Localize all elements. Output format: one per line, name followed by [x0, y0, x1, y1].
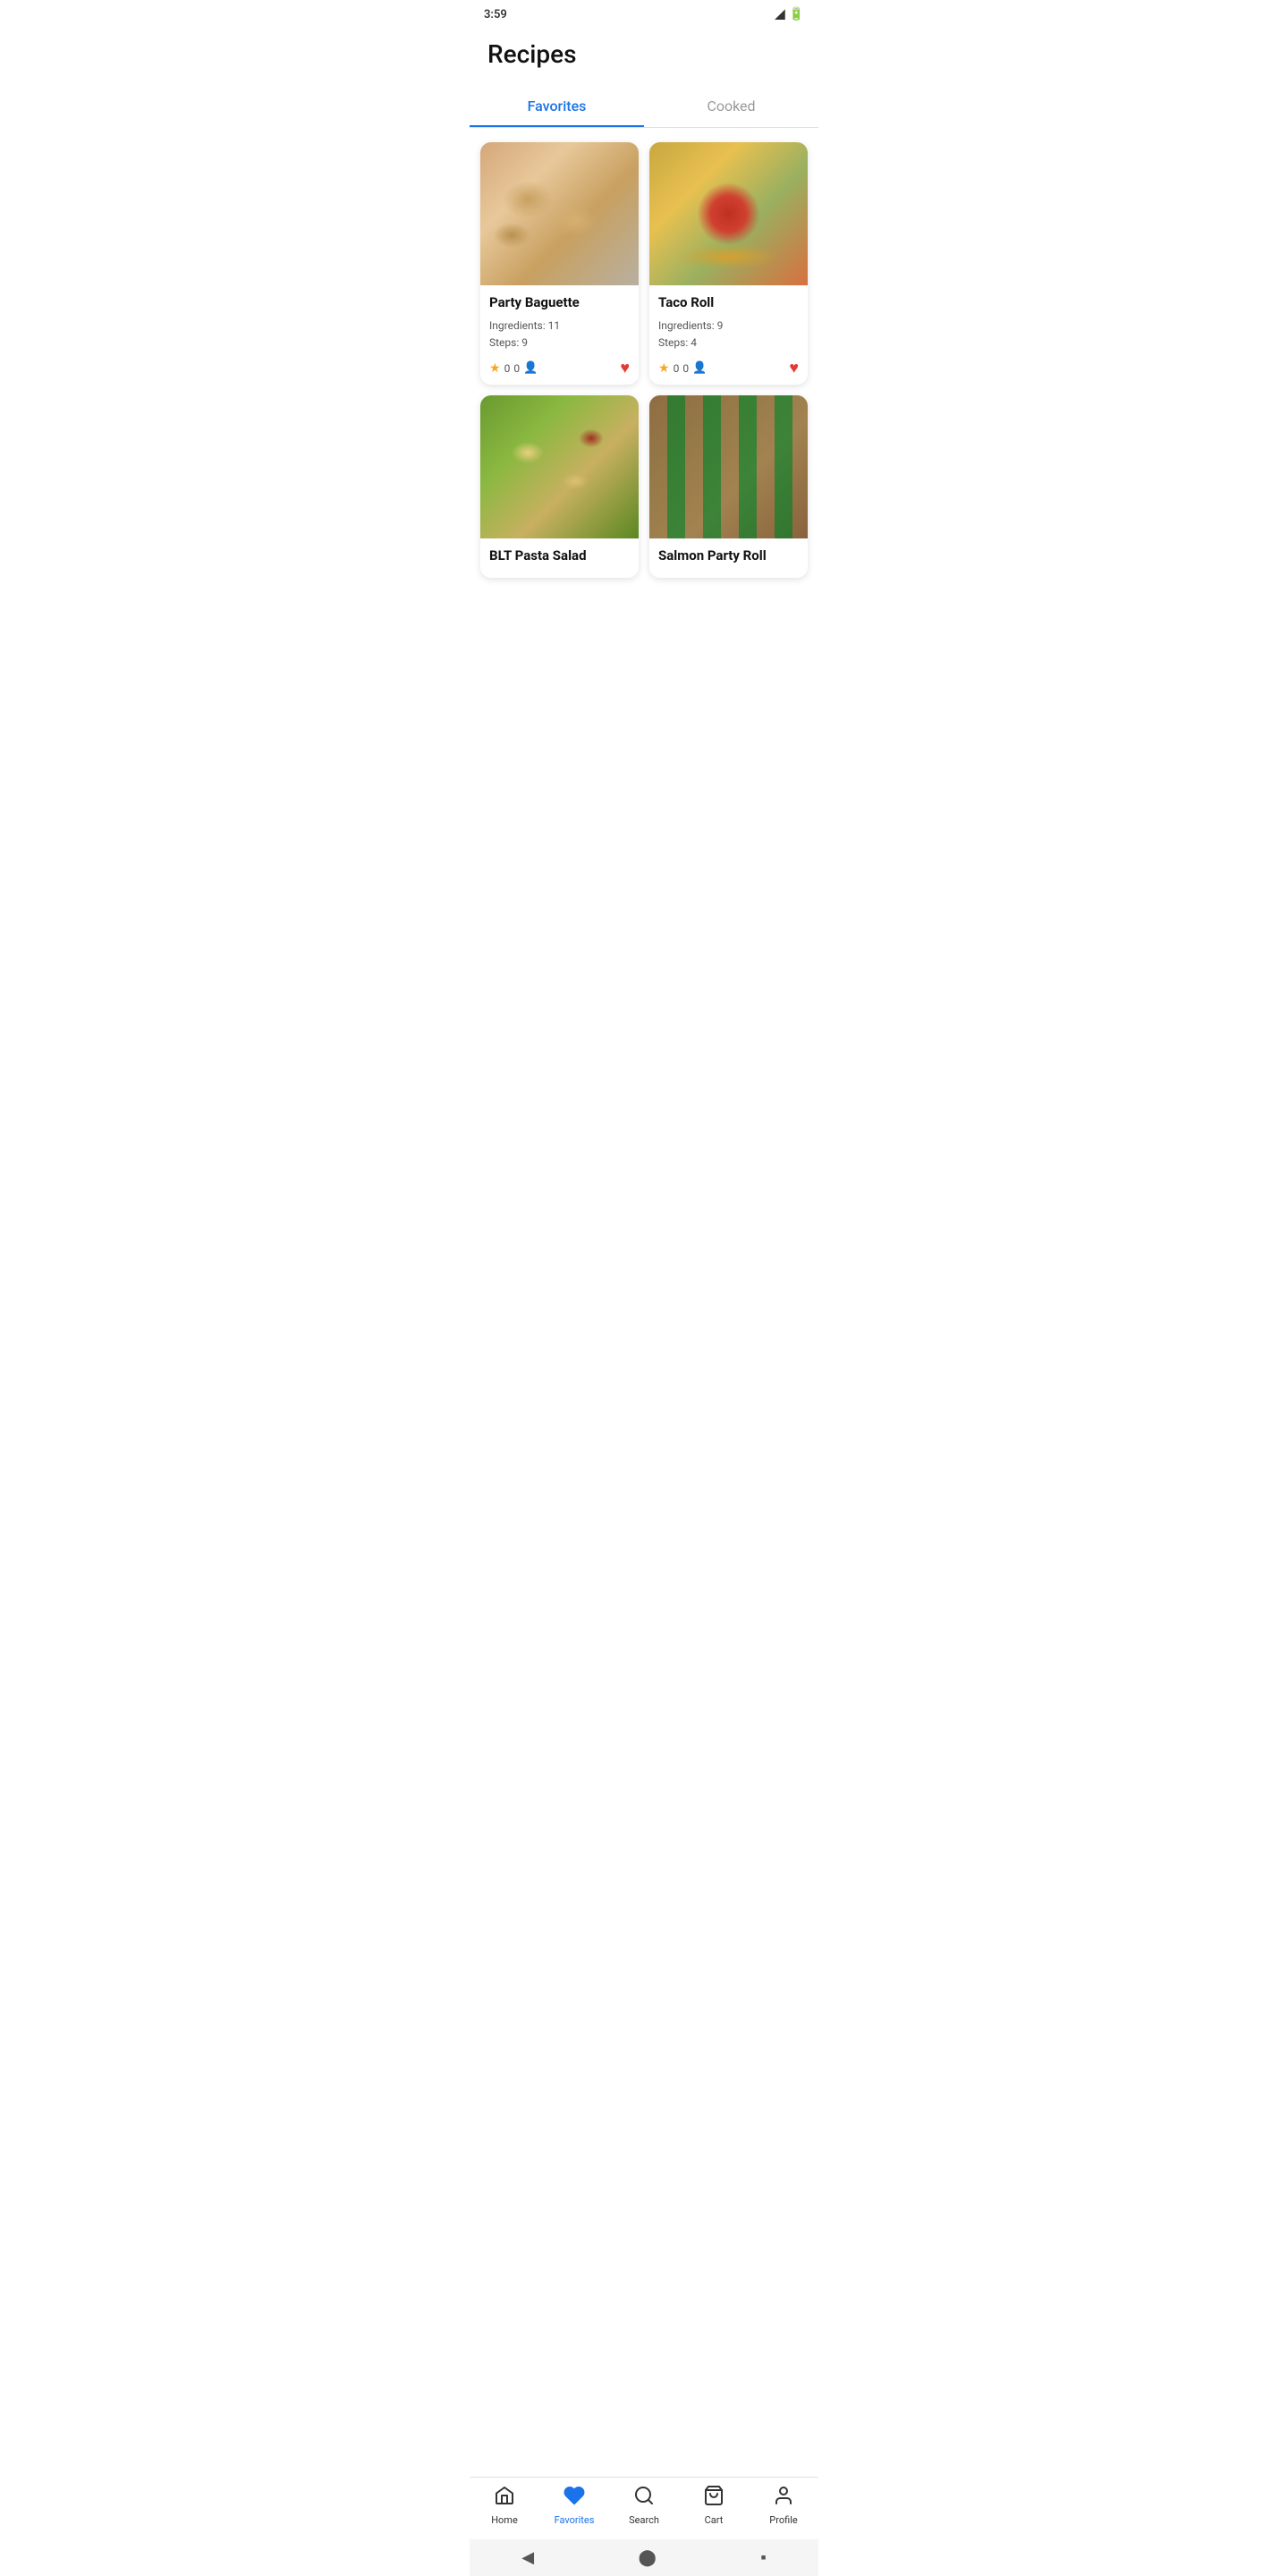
battery-icon: 🔋: [789, 7, 804, 21]
star-icon-1: ★: [489, 361, 501, 376]
recipe-info-2: Taco Roll Ingredients: 9 Steps: 4 ★ 0 0 …: [649, 285, 808, 385]
person-icon-1: 👤: [523, 361, 538, 375]
recents-button[interactable]: ▪: [760, 2548, 766, 2567]
cart-nav-icon: [703, 2485, 724, 2512]
recipe-card-1[interactable]: Party Baguette Ingredients: 11 Steps: 9 …: [480, 142, 639, 385]
recipe-stats-2: ★ 0 0 👤: [658, 361, 707, 376]
tabs-container: Favorites Cooked: [470, 87, 818, 128]
nav-item-search[interactable]: Search: [617, 2485, 671, 2526]
nav-label-search: Search: [629, 2514, 659, 2526]
status-bar: 3:59 ◢ 🔋: [470, 0, 818, 25]
favorite-button-1[interactable]: ♥: [620, 359, 630, 377]
recipe-info-1: Party Baguette Ingredients: 11 Steps: 9 …: [480, 285, 639, 385]
nav-item-profile[interactable]: Profile: [757, 2485, 810, 2526]
android-nav-bar: ◀ ⬤ ▪: [470, 2539, 818, 2576]
recipe-meta-1: Ingredients: 11 Steps: 9: [489, 318, 630, 352]
nav-item-favorites[interactable]: Favorites: [547, 2485, 601, 2526]
search-nav-icon: [633, 2485, 655, 2512]
recipe-footer-2: ★ 0 0 👤 ♥: [658, 359, 799, 377]
recipe-info-3: BLT Pasta Salad: [480, 538, 639, 578]
recipe-name-1: Party Baguette: [489, 294, 630, 310]
nav-label-cart: Cart: [705, 2514, 724, 2526]
bottom-nav: Home Favorites Search Cart: [470, 2477, 818, 2537]
recipe-footer-1: ★ 0 0 👤 ♥: [489, 359, 630, 377]
tab-cooked[interactable]: Cooked: [644, 87, 818, 127]
recipe-name-4: Salmon Party Roll: [658, 547, 799, 564]
recipe-card-2[interactable]: Taco Roll Ingredients: 9 Steps: 4 ★ 0 0 …: [649, 142, 808, 385]
favorite-button-2[interactable]: ♥: [789, 359, 799, 377]
recipe-image-4: [649, 395, 808, 538]
recipe-card-3[interactable]: BLT Pasta Salad: [480, 395, 639, 578]
recipe-grid: Party Baguette Ingredients: 11 Steps: 9 …: [470, 142, 818, 649]
nav-label-profile: Profile: [769, 2514, 797, 2526]
page-title: Recipes: [470, 25, 818, 87]
home-button[interactable]: ⬤: [639, 2548, 657, 2567]
status-icons: ◢ 🔋: [775, 7, 804, 21]
favorites-nav-icon: [564, 2485, 585, 2512]
star-icon-2: ★: [658, 361, 670, 376]
recipe-info-4: Salmon Party Roll: [649, 538, 808, 578]
nav-item-cart[interactable]: Cart: [687, 2485, 741, 2526]
person-icon-2: 👤: [692, 361, 707, 375]
home-icon: [494, 2485, 515, 2512]
recipe-name-3: BLT Pasta Salad: [489, 547, 630, 564]
time-display: 3:59: [484, 8, 507, 21]
nav-label-favorites: Favorites: [555, 2514, 595, 2526]
recipe-meta-2: Ingredients: 9 Steps: 4: [658, 318, 799, 352]
back-button[interactable]: ◀: [521, 2548, 534, 2567]
nav-item-home[interactable]: Home: [478, 2485, 531, 2526]
tab-favorites[interactable]: Favorites: [470, 87, 644, 127]
recipe-card-4[interactable]: Salmon Party Roll: [649, 395, 808, 578]
recipe-stats-1: ★ 0 0 👤: [489, 361, 538, 376]
nav-label-home: Home: [491, 2514, 518, 2526]
profile-nav-icon: [773, 2485, 794, 2512]
recipe-image-3: [480, 395, 639, 538]
recipe-name-2: Taco Roll: [658, 294, 799, 310]
recipe-image-2: [649, 142, 808, 285]
signal-icon: ◢: [775, 7, 785, 21]
recipe-image-1: [480, 142, 639, 285]
